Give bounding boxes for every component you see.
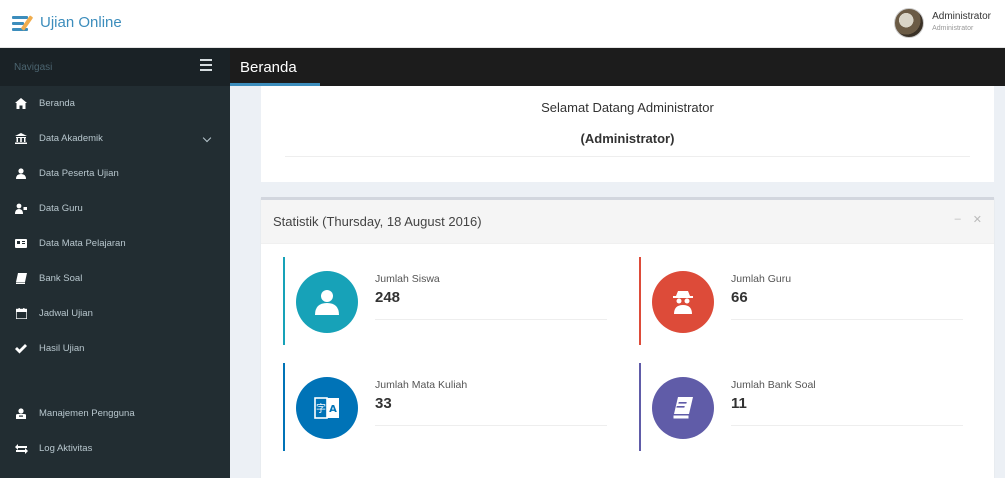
sidebar-menu: Beranda Data Akademik Data Peserta Ujian… [0,86,230,466]
sidebar-item-beranda[interactable]: Beranda [0,86,230,121]
sidebar-item-label: Data Akademik [39,133,103,144]
institution-icon [14,132,28,146]
collapse-icon[interactable]: – [955,213,961,226]
divider [375,425,607,426]
user-menu[interactable]: Administrator Administrator [894,8,991,38]
box-tools: – ✕ [955,213,982,226]
stat-value: 33 [375,395,392,412]
stat-value: 248 [375,289,401,306]
sidebar-item-log-aktivitas[interactable]: Log Aktivitas [0,431,230,466]
book-bank-icon [14,272,28,286]
sidebar-item-manajemen-pengguna[interactable]: Manajemen Pengguna [0,396,230,431]
home-icon [14,97,28,111]
sidebar-item-label: Data Guru [39,203,83,214]
divider [731,319,963,320]
stat-label: Jumlah Mata Kuliah [375,379,468,391]
sidebar-item-label: Hasil Ujian [39,343,85,354]
welcome-box: Selamat Datang Administrator (Administra… [261,86,994,182]
card-accent [639,363,641,451]
sidebar-item-hasil-ujian[interactable]: Hasil Ujian [0,331,230,366]
sidebar-item-data-peserta-ujian[interactable]: Data Peserta Ujian [0,156,230,191]
card-accent [283,363,285,451]
statistics-title: Statistik (Thursday, 18 August 2016) [273,214,482,229]
user-icon [14,167,28,181]
stat-value: 66 [731,289,748,306]
svg-text:字: 字 [316,402,326,415]
hamburger-menu-icon[interactable] [200,59,212,73]
user-icon [296,271,358,333]
statistics-header: Statistik (Thursday, 18 August 2016) – ✕ [261,200,994,244]
sidebar-item-label: Data Mata Pelajaran [39,238,126,249]
app-title: Ujian Online [40,14,122,31]
stat-card-guru: Jumlah Guru 66 [639,257,969,345]
stat-value: 11 [731,395,747,412]
exchange-icon [14,442,28,456]
close-icon[interactable]: ✕ [973,213,982,226]
language-icon: 字A [296,377,358,439]
welcome-message: Selamat Datang Administrator [541,100,714,115]
sidebar-item-label: Data Peserta Ujian [39,168,119,179]
svg-text:A: A [329,404,337,415]
sidebar-item-label: Jadwal Ujian [39,308,93,319]
teacher-icon [14,202,28,216]
calendar-icon [14,307,28,321]
statistics-box: Statistik (Thursday, 18 August 2016) – ✕… [261,197,994,478]
divider [285,156,970,157]
chevron-down-icon [202,133,212,143]
card-accent [283,257,285,345]
check-icon [14,342,28,356]
sidebar-item-data-guru[interactable]: Data Guru [0,191,230,226]
stat-card-bank-soal: Jumlah Bank Soal 11 [639,363,969,451]
book-icon [652,377,714,439]
divider [375,319,607,320]
stat-label: Jumlah Bank Soal [731,379,816,391]
user-name: Administrator [932,11,991,22]
sidebar-item-label: Log Aktivitas [39,443,93,454]
sidebar-item-label: Bank Soal [39,273,83,284]
menu-spacer [0,366,230,396]
sidebar-item-data-akademik[interactable]: Data Akademik [0,121,230,156]
nav-label: Navigasi [14,62,53,73]
book-icon [14,237,28,251]
top-navbar: Ujian Online Administrator Administrator [0,0,1005,48]
brand-icon [12,14,34,31]
stat-label: Jumlah Guru [731,273,792,285]
stat-label: Jumlah Siswa [375,273,440,285]
sidebar-header: Navigasi [0,48,230,86]
sidebar-item-label: Manajemen Pengguna [39,408,135,419]
stat-card-mata-kuliah: 字A Jumlah Mata Kuliah 33 [283,363,613,451]
avatar [894,8,925,38]
sidebar-item-label: Beranda [39,98,75,109]
sidebar: Navigasi Beranda Data Akademik Data Pese… [0,48,230,478]
user-admin-icon [14,407,28,421]
brand-logo[interactable]: Ujian Online [12,14,122,31]
user-role: Administrator [932,25,974,32]
divider [731,425,963,426]
stat-card-siswa: Jumlah Siswa 248 [283,257,613,345]
sidebar-item-jadwal-ujian[interactable]: Jadwal Ujian [0,296,230,331]
page-title: Beranda [240,59,297,76]
sidebar-item-bank-soal[interactable]: Bank Soal [0,261,230,296]
content-header: Beranda [230,48,1005,86]
sidebar-item-data-mata-pelajaran[interactable]: Data Mata Pelajaran [0,226,230,261]
card-accent [639,257,641,345]
welcome-role: (Administrator) [580,131,675,146]
spy-icon [652,271,714,333]
